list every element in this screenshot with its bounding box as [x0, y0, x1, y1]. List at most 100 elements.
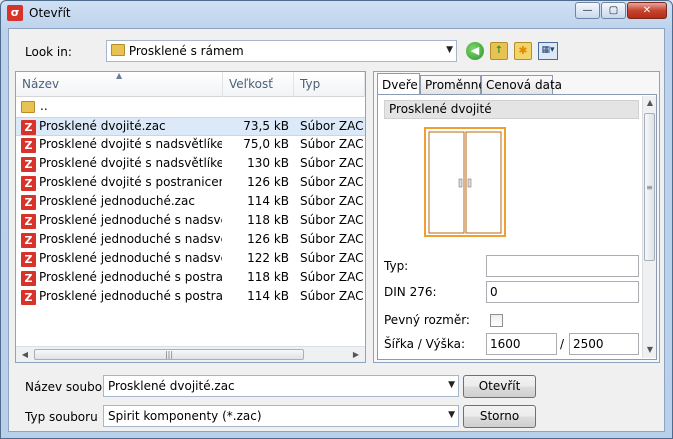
view-menu-icon[interactable]: ▦▾ [538, 42, 558, 60]
file-type: Súbor ZAC [300, 119, 364, 133]
file-name: Prosklené dvojité s nadsvětlíkem... [39, 137, 222, 151]
fixed-size-checkbox[interactable] [490, 314, 503, 327]
file-size: 73,5 kB [243, 119, 289, 133]
chevron-down-icon[interactable]: ▼ [446, 45, 453, 55]
zac-file-icon: Z [21, 252, 36, 267]
look-in-combobox[interactable]: Prosklené s rámem ▼ [106, 40, 457, 62]
filename-combobox[interactable]: Prosklené dvojité.zac ▼ [103, 375, 459, 397]
file-size: 126 kB [247, 232, 289, 246]
fixed-size-label: Pevný rozměr: [384, 313, 470, 327]
folder-icon [111, 44, 125, 56]
file-name: Prosklené dvojité.zac [39, 119, 166, 133]
file-row[interactable]: ZProsklené jednoduché s nadsvětl... 118 k… [16, 212, 365, 231]
scroll-left-icon[interactable]: ◀ [18, 349, 32, 361]
scroll-up-icon[interactable]: ▲ [644, 97, 656, 109]
file-row[interactable]: ZProsklené dvojité s nadsvětlíkem... 75,0… [16, 136, 365, 155]
file-name: Prosklené jednoduché s nadsvětl... [39, 232, 222, 246]
file-list[interactable]: Název ▲ Veľkosť Typ .. Z Prosklené dvojit… [15, 71, 366, 363]
file-name: Prosklené dvojité s postranicemi... [39, 175, 222, 189]
file-name: Prosklené jednoduché s nadsvětl... [39, 213, 222, 227]
minimize-button[interactable]: — [575, 2, 600, 19]
din-276-input[interactable]: 0 [486, 281, 639, 303]
file-type: Súbor ZAC [300, 137, 364, 151]
filetype-value: Spirit komponenty (*.zac) [108, 409, 262, 423]
parent-folder-row[interactable]: .. [16, 98, 365, 117]
column-header-type[interactable]: Typ [294, 72, 365, 97]
window-title: Otevřít [29, 6, 71, 20]
look-in-label: Look in: [25, 45, 72, 59]
typ-label: Typ: [384, 259, 409, 273]
zac-file-icon: Z [21, 214, 36, 229]
folder-icon [21, 101, 35, 113]
file-size: 126 kB [247, 175, 289, 189]
file-name: Prosklené jednoduché.zac [39, 194, 195, 208]
maximize-button[interactable]: ▢ [601, 2, 626, 19]
parent-folder-label: .. [40, 99, 48, 113]
filetype-combobox[interactable]: Spirit komponenty (*.zac) ▼ [103, 405, 459, 427]
file-row[interactable]: ZProsklené jednoduché s postrani... 118 k… [16, 269, 365, 288]
file-name: Prosklené dvojité s nadsvětlíkem... [39, 156, 222, 170]
file-row[interactable]: Z Prosklené dvojité.zac 73,5 kB Súbor ZAC [16, 117, 365, 136]
zac-file-icon: Z [21, 271, 36, 286]
scroll-down-icon[interactable]: ▼ [644, 344, 656, 356]
file-name: Prosklené jednoduché s nadsvětl... [39, 251, 222, 265]
file-type: Súbor ZAC [300, 213, 364, 227]
cancel-button[interactable]: Storno [463, 405, 536, 428]
back-icon[interactable]: ◀ [466, 42, 484, 60]
file-list-header: Název ▲ Veľkosť Typ [16, 72, 365, 97]
typ-input[interactable] [486, 255, 639, 277]
zac-file-icon: Z [21, 176, 36, 191]
chevron-down-icon[interactable]: ▼ [448, 410, 455, 420]
sort-ascending-icon: ▲ [116, 71, 123, 80]
file-size: 122 kB [247, 251, 289, 265]
new-folder-icon[interactable]: ✱ [514, 42, 532, 60]
close-button[interactable]: ✕ [627, 2, 667, 19]
file-type: Súbor ZAC [300, 156, 364, 170]
file-type: Súbor ZAC [300, 194, 364, 208]
height-input[interactable]: 2500 [569, 333, 639, 355]
horizontal-scrollbar[interactable]: ◀ ||| ▶ [16, 346, 365, 362]
zac-file-icon: Z [21, 233, 36, 248]
tab-cenova-data[interactable]: Cenová data [481, 75, 562, 94]
open-button[interactable]: Otevřít [463, 375, 536, 398]
file-row[interactable]: ZProsklené dvojité s postranicemi... 126 … [16, 174, 365, 193]
file-row[interactable]: ZProsklené dvojité s nadsvětlíkem... 130 … [16, 155, 365, 174]
horizontal-scroll-thumb[interactable]: ||| [34, 349, 304, 360]
file-size: 118 kB [247, 213, 289, 227]
column-header-size[interactable]: Veľkosť [223, 72, 294, 97]
part-name: Prosklené dvojité [384, 100, 639, 119]
scroll-right-icon[interactable]: ▶ [349, 349, 363, 361]
chevron-down-icon[interactable]: ▼ [448, 380, 455, 390]
up-folder-icon[interactable]: ↑ [490, 42, 508, 60]
file-size: 75,0 kB [243, 137, 289, 151]
zac-file-icon: Z [21, 195, 36, 210]
tab-dvere[interactable]: Dveře [377, 73, 420, 95]
double-door-preview [424, 127, 506, 237]
look-in-value: Prosklené s rámem [128, 44, 244, 58]
din-276-label: DIN 276: [384, 285, 437, 299]
file-name: Prosklené jednoduché s postrani... [39, 289, 222, 303]
zac-file-icon: Z [21, 157, 36, 172]
file-type: Súbor ZAC [300, 251, 364, 265]
tab-promenne[interactable]: Proměnné [420, 75, 486, 94]
file-size: 114 kB [247, 194, 289, 208]
file-type: Súbor ZAC [300, 270, 364, 284]
filename-label: Název souboru [25, 380, 115, 394]
vertical-scroll-thumb[interactable]: ≡ [644, 113, 655, 261]
file-row[interactable]: ZProsklené jednoduché s postrani... 114 k… [16, 288, 365, 307]
title-bar[interactable]: σ Otevřít — ▢ ✕ [1, 1, 672, 25]
file-row[interactable]: Z Prosklené jednoduché.zac 114 kB Súbor ZAC [16, 193, 365, 212]
file-row[interactable]: ZProsklené jednoduché s nadsvětl... 126 k… [16, 231, 365, 250]
column-header-name[interactable]: Název ▲ [16, 72, 223, 97]
look-in-value-wrapper: Prosklené s rámem [111, 44, 244, 58]
width-input[interactable]: 1600 [486, 333, 557, 355]
column-name-label: Název [22, 77, 60, 91]
tab-content-dvere: Prosklené dvojité Typ: DIN 276: 0 Pevný … [377, 94, 657, 360]
vertical-scrollbar[interactable]: ▲ ≡ ▼ [642, 96, 656, 358]
file-size: 118 kB [247, 270, 289, 284]
dialog-body: Look in: Prosklené s rámem ▼ ◀ ↑ ✱ ▦▾ Ná… [8, 28, 665, 432]
filename-value[interactable]: Prosklené dvojité.zac [108, 379, 235, 393]
file-type: Súbor ZAC [300, 175, 364, 189]
file-row[interactable]: ZProsklené jednoduché s nadsvětl... 122 k… [16, 250, 365, 269]
file-name: Prosklené jednoduché s postrani... [39, 270, 222, 284]
